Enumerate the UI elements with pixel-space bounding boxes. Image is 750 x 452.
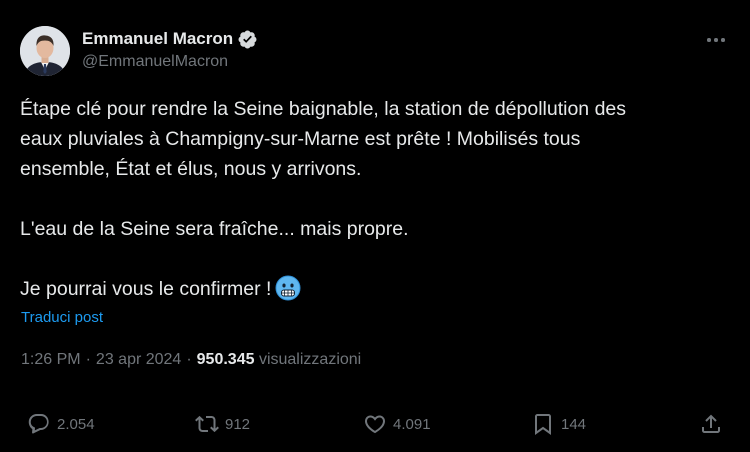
tweet-line: Étape clé pour rendre la Seine baignable… [20, 98, 627, 120]
action-bar: 2.054 912 4.091 144 [0, 406, 750, 442]
tweet-header: Emmanuel Macron @EmmanuelMacron [20, 26, 258, 76]
tweet-text: Étape clé pour rendre la Seine baignable… [20, 94, 730, 304]
reply-icon [28, 414, 49, 434]
bookmark-icon [535, 414, 551, 435]
reply-button[interactable]: 2.054 [27, 406, 95, 442]
bookmark-count: 144 [561, 415, 587, 433]
avatar[interactable] [20, 26, 70, 76]
tweet-line: Je pourrai vous le confirmer ! [20, 274, 730, 304]
more-options-icon[interactable] [704, 30, 728, 50]
views-count: 950.345 [196, 351, 255, 368]
repost-count: 912 [225, 415, 251, 433]
separator-dot: · [186, 351, 192, 368]
verified-badge-icon[interactable] [237, 29, 258, 50]
author-handle[interactable]: @EmmanuelMacron [82, 53, 258, 71]
repost-button[interactable]: 912 [195, 406, 250, 442]
tweet-line: eaux pluviales à Champigny-sur-Marne est… [20, 128, 581, 150]
repost-icon [195, 415, 219, 433]
bookmark-button[interactable]: 144 [531, 406, 586, 442]
cold-face-emoji-icon [275, 275, 301, 301]
author-name[interactable]: Emmanuel Macron [82, 29, 233, 49]
tweet-line-text: Je pourrai vous le confirmer ! [20, 278, 272, 300]
avatar-portrait-icon [20, 26, 70, 76]
share-icon [702, 414, 720, 433]
views-label: visualizzazioni [258, 351, 362, 368]
user-info: Emmanuel Macron @EmmanuelMacron [82, 28, 258, 71]
like-button[interactable]: 4.091 [363, 406, 431, 442]
tweet-meta: 1:26 PM · 23 apr 2024 · 950.345 visualizzazi… [21, 351, 361, 369]
tweet-card: Emmanuel Macron @EmmanuelMacron Étape cl… [0, 0, 750, 452]
tweet-date[interactable]: 23 apr 2024 [96, 351, 181, 368]
translate-post-link[interactable]: Traduci post [21, 309, 103, 326]
separator-dot: · [85, 351, 91, 368]
like-count: 4.091 [393, 415, 431, 433]
heart-icon [364, 415, 386, 434]
tweet-line: L'eau de la Seine sera fraîche... mais p… [20, 218, 409, 240]
share-button[interactable] [699, 406, 723, 442]
tweet-time[interactable]: 1:26 PM [21, 351, 81, 368]
tweet-line: ensemble, État et élus, nous y arrivons. [20, 158, 362, 180]
reply-count: 2.054 [57, 415, 95, 433]
